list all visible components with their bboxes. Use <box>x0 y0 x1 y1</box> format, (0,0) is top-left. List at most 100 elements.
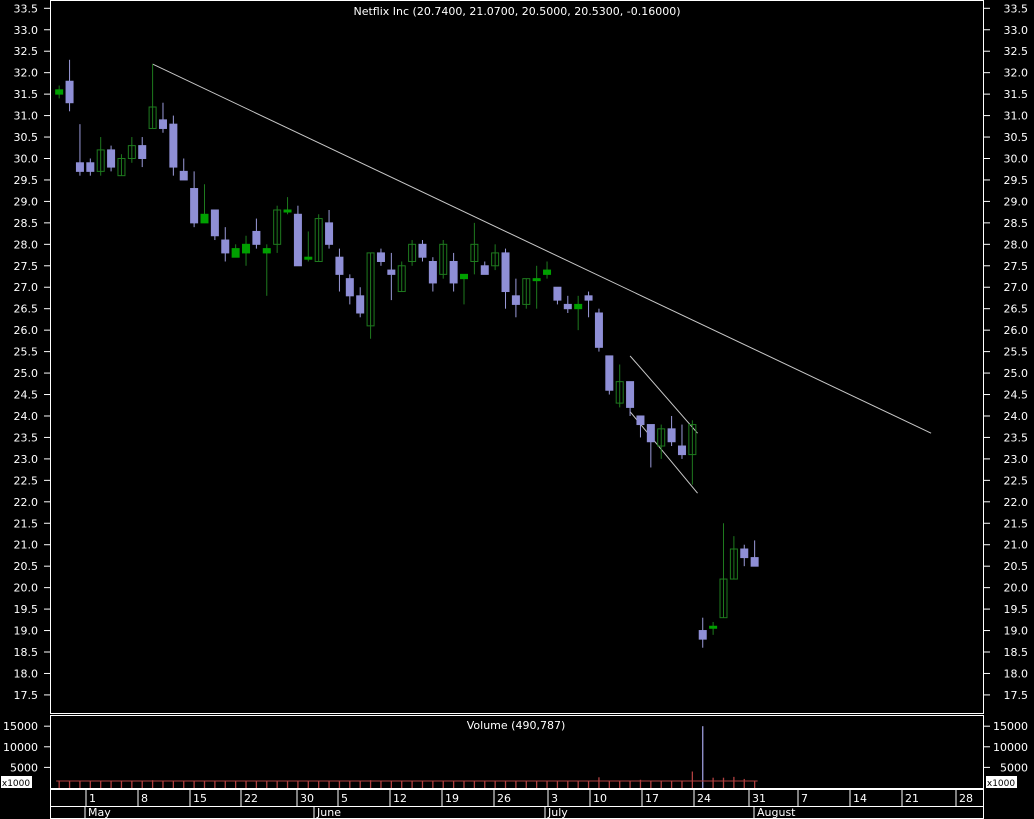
price-tick-label: 23.5 <box>14 431 39 444</box>
volume-tick-label: 5000 <box>10 761 38 774</box>
price-tick-label: 21.0 <box>14 539 39 552</box>
price-tick-label: 19.0 <box>14 625 39 638</box>
date-tick-label: 24 <box>697 792 711 805</box>
candle-body <box>75 162 84 172</box>
price-tick-label: 25.5 <box>1004 346 1029 359</box>
date-tick-label: 14 <box>853 792 867 805</box>
month-label: August <box>757 806 796 819</box>
date-tick-label: 1 <box>89 792 96 805</box>
candle-body <box>677 445 686 456</box>
price-tick-label: 24.5 <box>1004 389 1029 402</box>
candle-body <box>667 428 676 443</box>
candle-body <box>179 170 188 181</box>
date-tick-label: 17 <box>645 792 659 805</box>
price-tick-label: 30.0 <box>1004 152 1029 165</box>
price-tick-label: 33.0 <box>14 24 39 37</box>
candle-body <box>553 286 562 301</box>
price-tick-label: 26.5 <box>14 303 39 316</box>
candle-body <box>563 303 572 310</box>
price-tick-label: 21.5 <box>14 517 39 530</box>
volume-tick-label: 10000 <box>993 741 1028 754</box>
price-tick-label: 23.0 <box>14 453 39 466</box>
price-tick-label: 27.5 <box>14 260 39 273</box>
price-tick-label: 27.0 <box>14 281 39 294</box>
date-tick-label: 8 <box>141 792 148 805</box>
candle-body <box>543 269 552 275</box>
price-tick-label: 32.5 <box>14 45 39 58</box>
candle-body <box>750 557 759 567</box>
candle-body <box>532 278 541 282</box>
price-tick-label: 20.0 <box>1004 582 1029 595</box>
volume-tick-label: 10000 <box>3 741 38 754</box>
candle-body <box>304 256 313 260</box>
price-tick-label: 22.5 <box>14 474 39 487</box>
volume-tick-label: 15000 <box>3 720 38 733</box>
candle-body <box>210 209 219 237</box>
candle-body <box>605 355 614 391</box>
price-tick-label: 29.0 <box>14 195 39 208</box>
price-tick-label: 18.5 <box>14 646 39 659</box>
chart-window: x1000 x1000 Netflix Inc (20.7400, 21.070… <box>0 0 1034 819</box>
date-tick-label: 7 <box>801 792 808 805</box>
price-tick-label: 26.0 <box>14 324 39 337</box>
price-tick-label: 22.5 <box>1004 474 1029 487</box>
candle-body <box>325 222 334 245</box>
candle-body <box>200 213 209 224</box>
date-tick-label: 31 <box>752 792 766 805</box>
price-tick-label: 21.5 <box>1004 517 1029 530</box>
candle-body <box>345 278 354 297</box>
volume-tick-label: 15000 <box>993 720 1028 733</box>
price-tick-label: 33.0 <box>1004 24 1029 37</box>
price-tick-label: 31.0 <box>1004 110 1029 123</box>
candle-body <box>428 260 437 284</box>
price-tick-label: 20.5 <box>14 560 39 573</box>
price-tick-label: 30.0 <box>14 152 39 165</box>
price-tick-label: 19.5 <box>14 603 39 616</box>
price-tick-label: 30.5 <box>14 131 39 144</box>
price-tick-label: 31.0 <box>14 110 39 123</box>
date-tick-label: 30 <box>300 792 314 805</box>
candle-body <box>709 625 718 629</box>
candle-body <box>242 243 251 254</box>
trendlines <box>152 63 932 494</box>
price-tick-label: 26.0 <box>1004 324 1029 337</box>
date-tick-label: 21 <box>905 792 919 805</box>
candle-body <box>293 213 302 267</box>
date-tick-label: 19 <box>445 792 459 805</box>
candle-body <box>262 248 271 254</box>
candle-body <box>740 548 749 559</box>
date-tick-label: 12 <box>393 792 407 805</box>
candle-body <box>449 260 458 284</box>
price-tick-label: 30.5 <box>1004 131 1029 144</box>
price-tick-label: 32.0 <box>14 67 39 80</box>
candle-body <box>480 265 489 275</box>
price-volume-chart: x1000 x1000 Netflix Inc (20.7400, 21.070… <box>1 0 1029 819</box>
candle-body <box>252 230 261 245</box>
price-tick-label: 18.0 <box>14 667 39 680</box>
candle-body <box>501 252 510 293</box>
price-tick-label: 25.0 <box>14 367 39 380</box>
price-tick-label: 19.5 <box>1004 603 1029 616</box>
price-tick-label: 29.0 <box>1004 195 1029 208</box>
candle-body <box>376 252 385 262</box>
volume-axis-left: 5000 10000 15000 <box>3 720 50 774</box>
volume-axis-right: 5000 10000 15000 <box>984 720 1028 774</box>
volume-bars <box>56 726 758 788</box>
price-panel-frame <box>50 0 984 714</box>
date-axis: 1 8 15 22 30 5 12 19 26 3 10 17 24 31 7 14 21 28 May June Ju… <box>50 790 984 819</box>
candle-body <box>158 119 167 129</box>
candle-body <box>584 295 593 301</box>
price-tick-label: 22.0 <box>14 496 39 509</box>
price-tick-label: 32.0 <box>1004 67 1029 80</box>
volume-tick-label: 5000 <box>1000 761 1028 774</box>
date-tick-label: 15 <box>193 792 207 805</box>
candle-body <box>387 269 396 275</box>
price-tick-label: 28.0 <box>1004 238 1029 251</box>
price-tick-label: 33.5 <box>1004 2 1029 15</box>
date-tick-label: 3 <box>551 792 558 805</box>
candles <box>55 59 759 648</box>
date-tick-label: 10 <box>593 792 607 805</box>
price-axis-left: 17.5 18.0 18.5 19.0 19.5 20.0 20.5 21.0 21.5 22.0… <box>14 2 50 702</box>
price-tick-label: 20.5 <box>1004 560 1029 573</box>
candle-body <box>335 256 344 275</box>
